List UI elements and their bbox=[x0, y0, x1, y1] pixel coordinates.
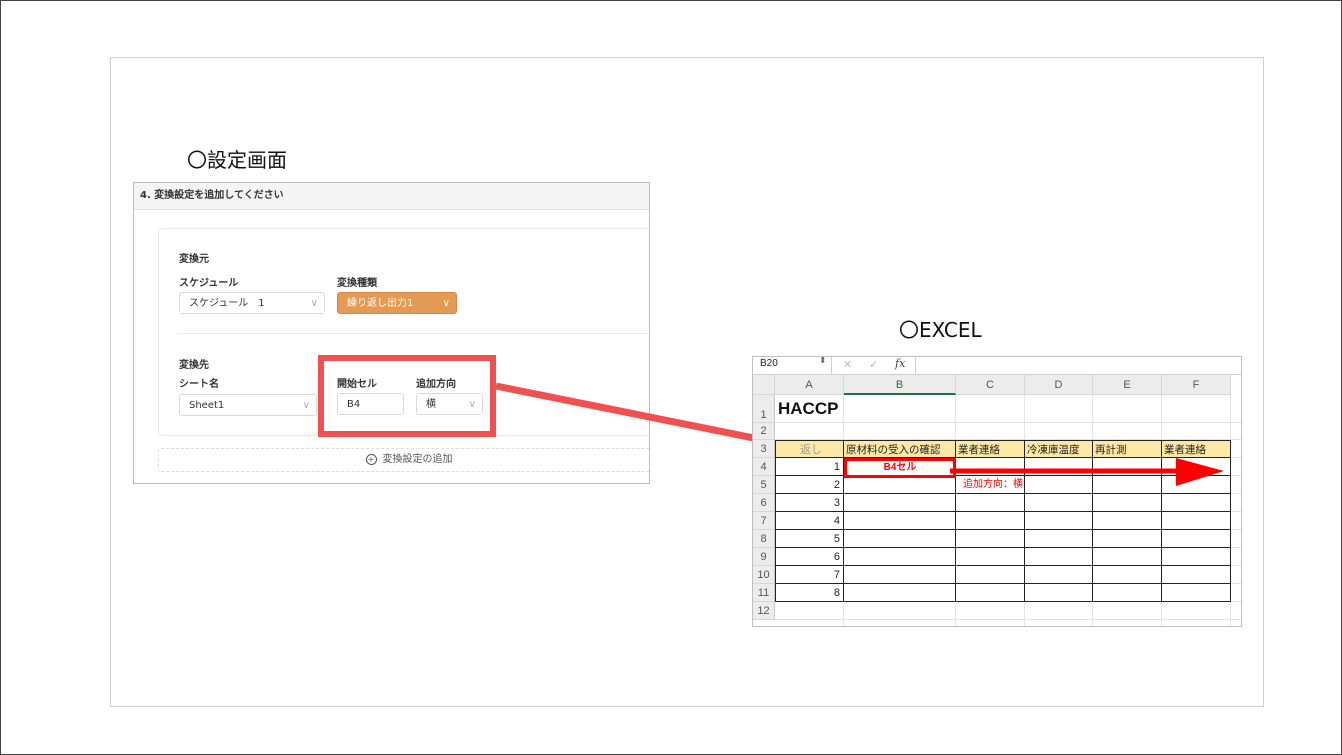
direction-arrow bbox=[950, 458, 1224, 486]
direction-arrow-head bbox=[1176, 458, 1224, 486]
